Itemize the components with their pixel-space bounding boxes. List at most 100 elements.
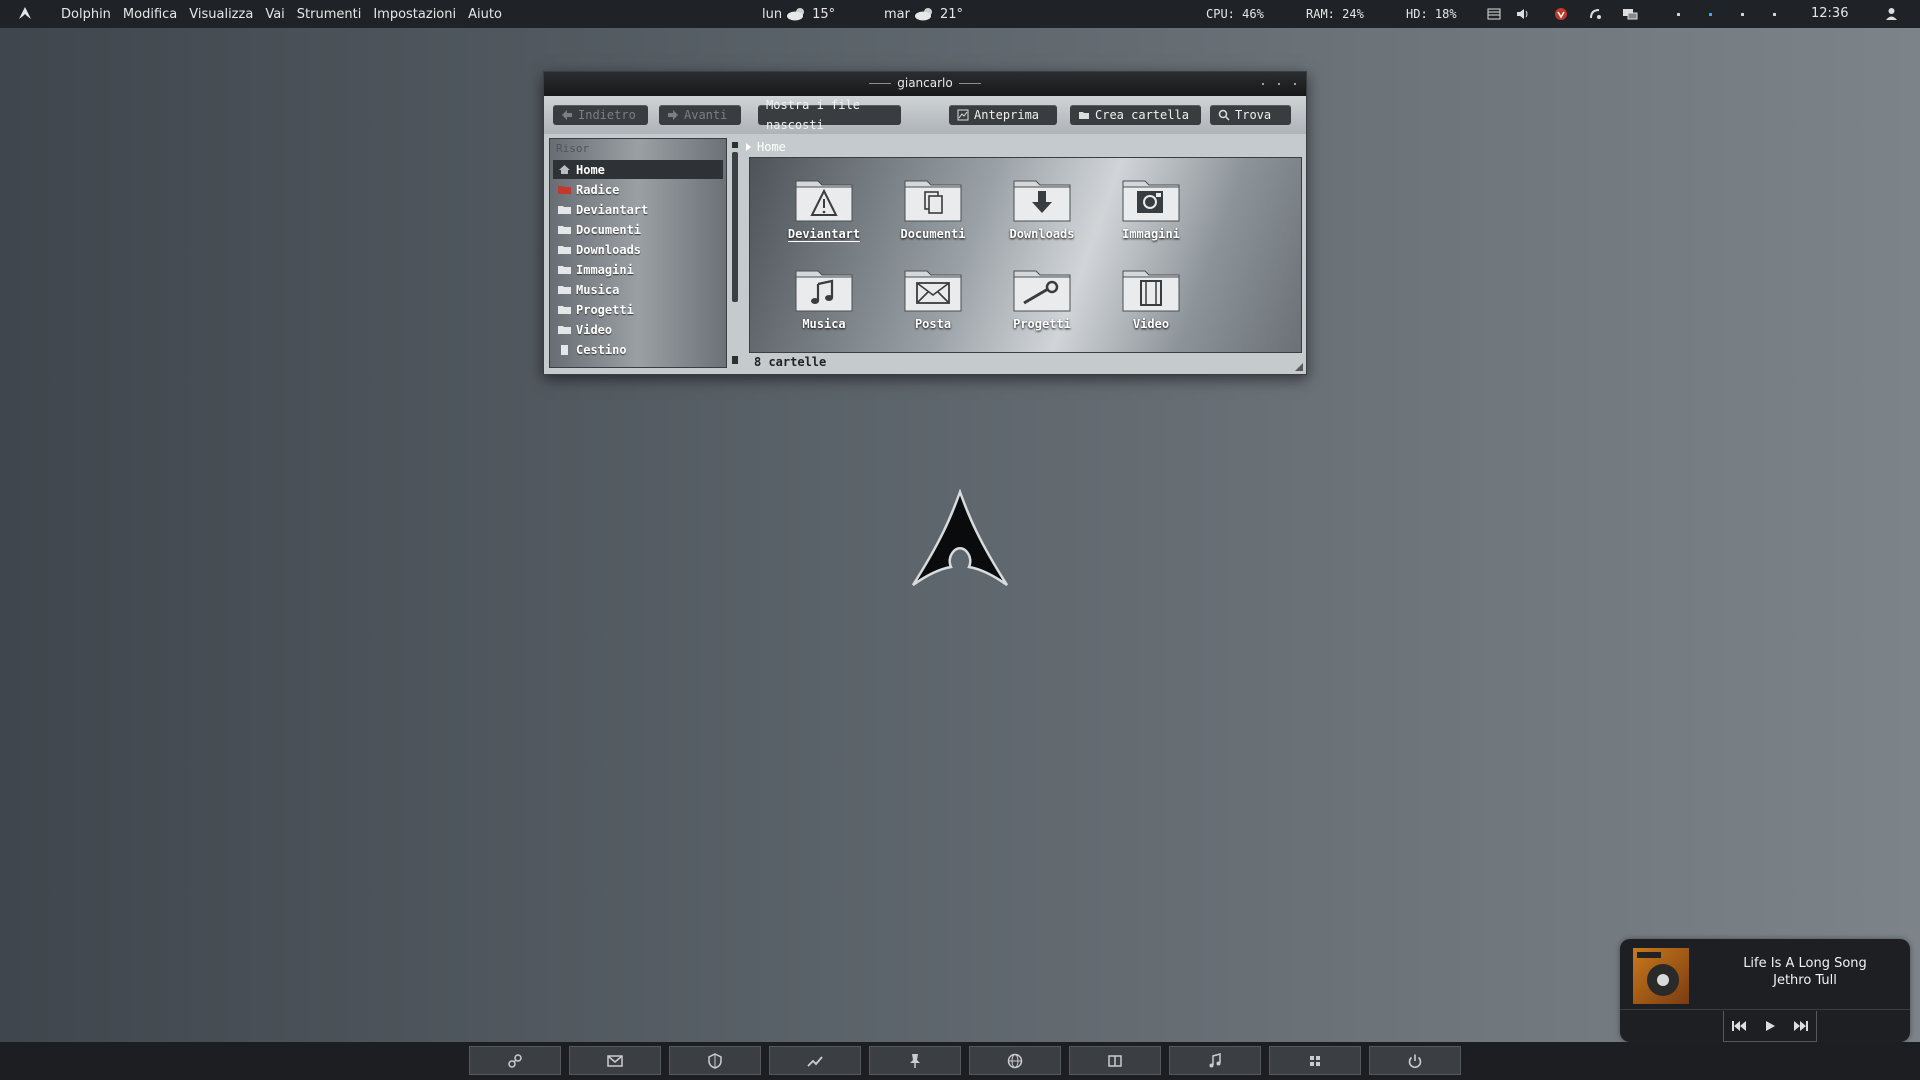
window-titlebar[interactable]: giancarlo (544, 72, 1306, 96)
folder-item[interactable]: Video (1091, 265, 1211, 345)
next-track-icon[interactable] (1793, 1019, 1809, 1033)
network-icon[interactable] (1588, 6, 1604, 22)
forward-button[interactable]: Avanti (659, 105, 741, 125)
dock-globe-button[interactable] (969, 1046, 1061, 1075)
scrollbar-handle[interactable] (732, 152, 738, 302)
dock-link-button[interactable] (469, 1046, 561, 1075)
folder-item[interactable]: Downloads (982, 175, 1102, 255)
dock-mail-button[interactable] (569, 1046, 661, 1075)
breadcrumb[interactable]: Home (746, 139, 786, 155)
desktop-pager-3[interactable] (1741, 13, 1744, 16)
desktop-pager-2[interactable] (1709, 13, 1712, 16)
globe-icon (1007, 1053, 1023, 1068)
new-folder-button[interactable]: Crea cartella (1070, 105, 1201, 125)
folder-label: Documenti (900, 227, 966, 241)
sidebar-item-immagini[interactable]: Immagini (553, 260, 723, 279)
trash-icon (561, 345, 568, 355)
sidebar-item-cestino[interactable]: Cestino (553, 340, 723, 359)
panel-corner-handle (732, 358, 738, 364)
menu-vai[interactable]: Vai (265, 7, 284, 22)
desktop-pager-4[interactable] (1773, 13, 1776, 16)
folder-icon (558, 226, 571, 234)
sidebar-item-video[interactable]: Video (553, 320, 723, 339)
preview-button[interactable]: Anteprima (949, 105, 1057, 125)
sidebar-item-label: Cestino (576, 342, 627, 357)
previous-track-icon[interactable] (1731, 1019, 1747, 1033)
arch-menu-icon[interactable] (18, 6, 32, 20)
sidebar-item-home[interactable]: Home (553, 160, 723, 179)
dock-pin-button[interactable] (869, 1046, 961, 1075)
player-controls (1723, 1011, 1817, 1042)
show-hidden-files-button[interactable]: Mostra i file nascosti (758, 98, 901, 132)
folder-item[interactable]: Progetti (982, 265, 1102, 345)
folder-item[interactable]: Deviantart (764, 175, 884, 255)
sidebar-item-label: Documenti (576, 222, 642, 237)
folder-item[interactable]: Posta (873, 265, 993, 345)
sidebar-item-progetti[interactable]: Progetti (553, 300, 723, 319)
cloud-sun-icon (914, 8, 932, 21)
sidebar-item-musica[interactable]: Musica (553, 280, 723, 299)
clock[interactable]: 12:36 (1811, 0, 1848, 28)
now-playing: Life Is A Long Song Jethro Tull (1710, 955, 1900, 989)
song-title: Life Is A Long Song (1743, 956, 1867, 971)
menu-impostazioni[interactable]: Impostazioni (373, 7, 456, 22)
scroll-up-arrow[interactable] (732, 142, 738, 148)
antivirus-icon[interactable] (1553, 6, 1569, 22)
download-folder-icon (1013, 180, 1071, 222)
folder-label: Musica (802, 317, 846, 331)
menu-dolphin[interactable]: Dolphin (61, 7, 111, 22)
folder-icon (558, 286, 571, 294)
folder-item[interactable]: Immagini (1091, 175, 1211, 255)
music-icon (1209, 1052, 1221, 1067)
back-button[interactable]: Indietro (553, 105, 648, 125)
weather-day-label: lun (762, 6, 783, 22)
sidebar-item-radice[interactable]: Radice (553, 180, 723, 199)
folder-item[interactable]: Documenti (873, 175, 993, 255)
dock-music-button[interactable] (1169, 1046, 1261, 1075)
user-icon[interactable] (1885, 7, 1898, 21)
find-button[interactable]: Trova (1210, 105, 1291, 125)
folder-icon (558, 206, 571, 214)
music-player-widget: Life Is A Long Song Jethro Tull (1620, 939, 1910, 1042)
volume-icon[interactable] (1515, 6, 1531, 22)
sidebar-item-downloads[interactable]: Downloads (553, 240, 723, 259)
mail-icon (607, 1054, 623, 1067)
resize-grip-icon[interactable] (1295, 363, 1303, 371)
weather-day-2[interactable]: mar 21° (884, 0, 963, 28)
close-button[interactable] (1294, 83, 1296, 85)
menu-aiuto[interactable]: Aiuto (468, 7, 502, 22)
sidebar-item-deviantart[interactable]: Deviantart (553, 200, 723, 219)
minimize-button[interactable] (1262, 83, 1264, 85)
home-icon (559, 165, 570, 174)
breadcrumb-home[interactable]: Home (757, 140, 786, 154)
dock-stats-button[interactable] (769, 1046, 861, 1075)
player-divider (1620, 1009, 1910, 1010)
dock-power-button[interactable] (1369, 1046, 1461, 1075)
maximize-button[interactable] (1278, 83, 1280, 85)
calendar-icon[interactable] (1486, 6, 1502, 22)
folder-item[interactable]: Musica (764, 265, 884, 345)
dock-book-button[interactable] (1069, 1046, 1161, 1075)
sidebar-item-label: Progetti (576, 302, 634, 317)
menu-modifica[interactable]: Modifica (123, 7, 177, 22)
preview-icon (957, 109, 969, 121)
images-folder-icon (1122, 180, 1180, 222)
ram-stat: RAM: 24% (1306, 7, 1364, 21)
folder-label: Deviantart (787, 227, 861, 242)
dock-apps-button[interactable] (1269, 1046, 1361, 1075)
menu-strumenti[interactable]: Strumenti (297, 7, 362, 22)
folder-label: Progetti (1013, 317, 1071, 331)
weather-day-1[interactable]: lun 15° (762, 0, 835, 28)
wrench-folder-icon (1013, 270, 1071, 312)
sidebar-item-documenti[interactable]: Documenti (553, 220, 723, 239)
dock-shield-button[interactable] (669, 1046, 761, 1075)
bottom-dock (0, 1042, 1920, 1080)
display-icon[interactable] (1622, 6, 1638, 22)
menu-visualizza[interactable]: Visualizza (189, 7, 253, 22)
play-icon[interactable] (1762, 1019, 1778, 1033)
sidebar-item-label: Musica (576, 282, 620, 297)
folder-icon (558, 266, 571, 274)
search-icon (1218, 109, 1230, 121)
desktop-pager-1[interactable] (1677, 13, 1680, 16)
sidebar-item-label: Downloads (576, 242, 642, 257)
